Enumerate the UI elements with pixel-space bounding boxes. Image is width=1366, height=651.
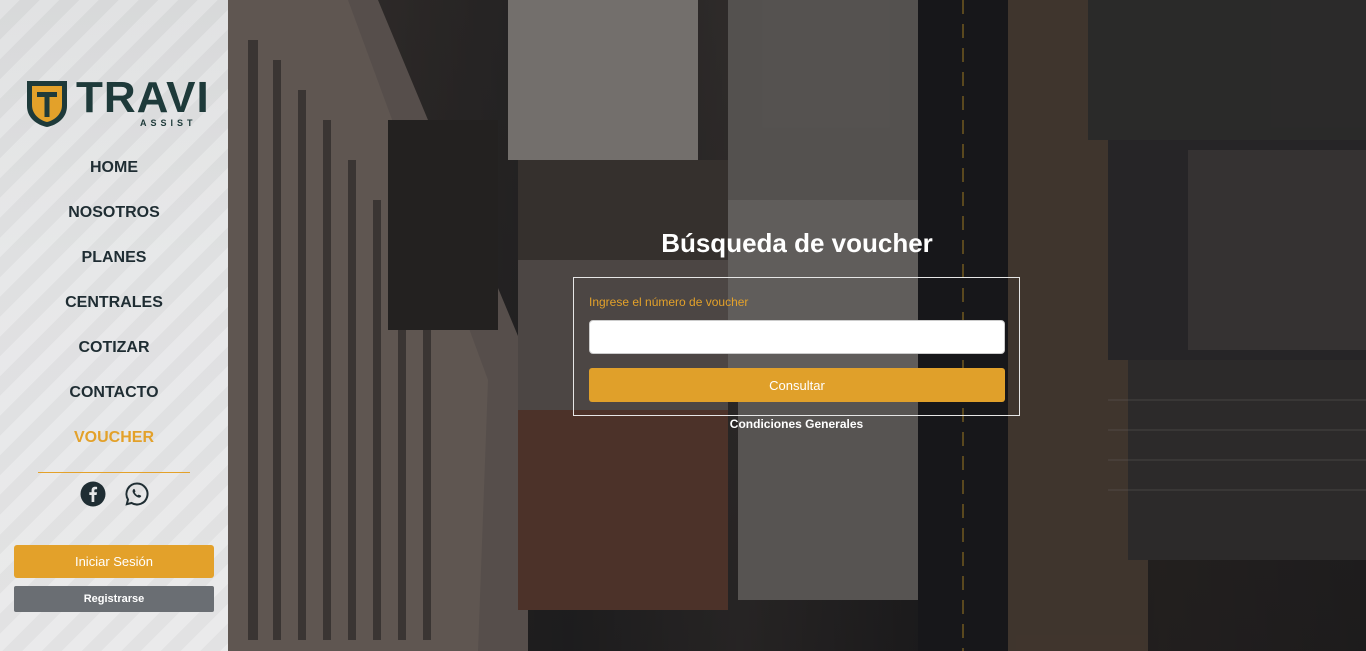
nav-item-centrales[interactable]: CENTRALES bbox=[0, 285, 228, 330]
main-nav: HOME NOSOTROS PLANES CENTRALES COTIZAR C… bbox=[0, 150, 228, 465]
login-button[interactable]: Iniciar Sesión bbox=[14, 545, 214, 578]
social-links bbox=[80, 481, 150, 507]
whatsapp-icon[interactable] bbox=[124, 481, 150, 507]
register-button[interactable]: Registrarse bbox=[14, 586, 214, 612]
travi-shield-icon bbox=[27, 81, 67, 127]
general-conditions-link[interactable]: Condiciones Generales bbox=[573, 417, 1020, 431]
voucher-field-label: Ingrese el número de voucher bbox=[589, 295, 749, 309]
nav-item-nosotros[interactable]: NOSOTROS bbox=[0, 195, 228, 240]
nav-item-planes[interactable]: PLANES bbox=[0, 240, 228, 285]
brand-name: TRAVI bbox=[76, 73, 210, 122]
nav-item-contacto[interactable]: CONTACTO bbox=[0, 375, 228, 420]
facebook-icon[interactable] bbox=[80, 481, 106, 507]
sidebar-divider bbox=[38, 472, 190, 473]
voucher-input[interactable] bbox=[589, 320, 1005, 354]
consult-button[interactable]: Consultar bbox=[589, 368, 1005, 402]
brand-sub: ASSIST bbox=[140, 118, 197, 128]
travi-logo[interactable]: TRAVI ASSIST bbox=[24, 76, 209, 130]
nav-item-cotizar[interactable]: COTIZAR bbox=[0, 330, 228, 375]
nav-item-home[interactable]: HOME bbox=[0, 150, 228, 195]
voucher-search-form: Ingrese el número de voucher Consultar bbox=[573, 277, 1020, 416]
nav-item-voucher[interactable]: VOUCHER bbox=[0, 420, 228, 465]
sidebar: TRAVI ASSIST HOME NOSOTROS PLANES CENTRA… bbox=[0, 0, 228, 651]
page-title: Búsqueda de voucher bbox=[661, 228, 933, 258]
